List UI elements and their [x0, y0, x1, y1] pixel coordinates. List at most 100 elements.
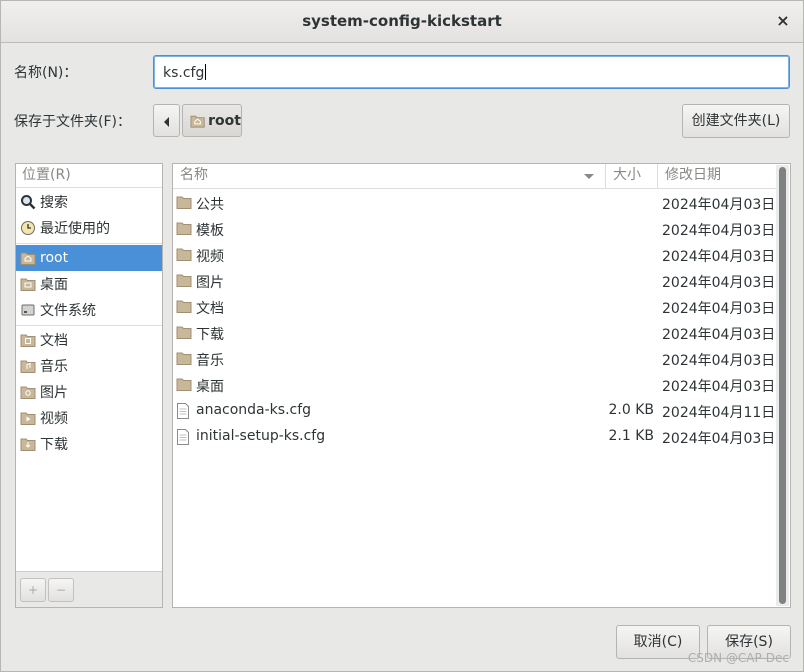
pictures-folder-icon — [20, 386, 36, 399]
vertical-scrollbar[interactable] — [776, 165, 789, 606]
place-recent[interactable]: 最近使用的 — [16, 215, 162, 241]
folder-icon-wrap — [176, 325, 192, 343]
watermark: CSDN @CAP-Dec — [687, 651, 789, 665]
home-folder-icon — [20, 252, 36, 265]
file-date: 2024年04月03日 — [662, 327, 776, 343]
file-date: 2024年04月03日 — [662, 431, 776, 447]
place-label: root — [40, 250, 69, 266]
folder-icon — [176, 196, 192, 209]
title-bar: system-config-kickstart × — [1, 1, 803, 43]
sort-descending-icon — [584, 174, 594, 179]
file-name: 视频 — [196, 249, 224, 265]
folder-icon — [176, 274, 192, 287]
file-name: 文档 — [196, 301, 224, 317]
place-root[interactable]: root — [16, 245, 162, 271]
file-icon-wrap — [176, 429, 190, 449]
place-label: 文档 — [40, 333, 68, 349]
save-in-label: 保存于文件夹(F)： — [14, 114, 131, 130]
file-name: 音乐 — [196, 353, 224, 369]
places-divider — [16, 243, 162, 244]
place-videos[interactable]: 视频 — [16, 405, 162, 431]
place-label: 文件系统 — [40, 303, 96, 319]
search-icon — [21, 195, 36, 210]
folder-icon — [176, 248, 192, 261]
path-back-button[interactable] — [153, 104, 180, 137]
chevron-left-icon — [164, 117, 169, 127]
folder-icon-wrap — [176, 273, 192, 291]
file-row[interactable]: anaconda-ks.cfg 2.0 KB 2024年04月11日 — [173, 398, 777, 424]
file-name: initial-setup-ks.cfg — [196, 428, 326, 444]
file-row[interactable]: 公共 2024年04月03日 — [173, 190, 777, 216]
path-root-button[interactable]: root — [182, 104, 242, 137]
folder-icon-wrap — [176, 195, 192, 213]
file-name: 公共 — [196, 197, 224, 213]
file-date: 2024年04月03日 — [662, 249, 776, 265]
file-date: 2024年04月11日 — [662, 405, 776, 421]
downloads-folder-icon — [20, 438, 36, 451]
scrollbar-thumb[interactable] — [779, 167, 786, 604]
column-size-header[interactable]: 大小 — [606, 164, 658, 188]
close-button[interactable]: × — [773, 11, 793, 31]
column-name-label: 名称 — [180, 167, 208, 183]
file-date: 2024年04月03日 — [662, 353, 776, 369]
folder-icon-wrap — [176, 247, 192, 265]
file-date: 2024年04月03日 — [662, 275, 776, 291]
create-folder-button[interactable]: 创建文件夹(L) — [682, 104, 790, 138]
file-row[interactable]: 视频 2024年04月03日 — [173, 242, 777, 268]
file-size: 2.0 KB — [608, 402, 655, 418]
file-row[interactable]: initial-setup-ks.cfg 2.1 KB 2024年04月03日 — [173, 424, 777, 450]
column-name-header[interactable]: 名称 — [173, 164, 606, 188]
desktop-folder-icon — [20, 278, 36, 291]
file-date: 2024年04月03日 — [662, 301, 776, 317]
place-search[interactable]: 搜索 — [16, 189, 162, 215]
recent-icon — [21, 221, 35, 235]
folder-icon-wrap — [176, 221, 192, 239]
add-bookmark-button[interactable]: + — [20, 578, 46, 602]
file-list: 名称 大小 修改日期 公共 2024年04月03日 模板 2024年04月03日 视频 2… — [172, 163, 791, 608]
home-folder-icon — [190, 115, 205, 128]
file-row[interactable]: 音乐 2024年04月03日 — [173, 346, 777, 372]
place-music[interactable]: 音乐 — [16, 353, 162, 379]
place-label: 音乐 — [40, 359, 68, 375]
file-row[interactable]: 文档 2024年04月03日 — [173, 294, 777, 320]
place-label: 桌面 — [40, 277, 68, 293]
music-folder-icon — [20, 360, 36, 373]
file-row[interactable]: 桌面 2024年04月03日 — [173, 372, 777, 398]
window-title: system-config-kickstart — [302, 12, 502, 30]
file-row[interactable]: 下载 2024年04月03日 — [173, 320, 777, 346]
place-label: 下载 — [40, 437, 68, 453]
column-date-header[interactable]: 修改日期 — [658, 164, 777, 188]
place-pictures[interactable]: 图片 — [16, 379, 162, 405]
text-caret — [205, 64, 207, 80]
place-filesystem[interactable]: 文件系统 — [16, 297, 162, 323]
place-downloads[interactable]: 下载 — [16, 431, 162, 457]
place-label: 图片 — [40, 385, 68, 401]
place-label: 视频 — [40, 411, 68, 427]
file-name: anaconda-ks.cfg — [196, 402, 312, 418]
file-row[interactable]: 图片 2024年04月03日 — [173, 268, 777, 294]
place-desktop[interactable]: 桌面 — [16, 271, 162, 297]
path-root-label: root — [208, 112, 241, 129]
places-footer: + − — [16, 571, 162, 607]
file-name: 下载 — [196, 327, 224, 343]
file-list-header: 名称 大小 修改日期 — [173, 164, 777, 189]
file-row[interactable]: 模板 2024年04月03日 — [173, 216, 777, 242]
file-date: 2024年04月03日 — [662, 197, 776, 213]
file-name: 桌面 — [196, 379, 224, 395]
folder-icon — [176, 222, 192, 235]
filename-input[interactable]: ks.cfg — [153, 55, 790, 89]
folder-icon — [176, 326, 192, 339]
place-label: 搜索 — [40, 195, 68, 211]
file-name: 模板 — [196, 223, 224, 239]
places-sidebar: 位置(R) 搜索 最近使用的 root 桌面 文件系统 文档 音乐 图片 视频 … — [15, 163, 163, 608]
places-divider — [16, 325, 162, 326]
folder-icon — [176, 352, 192, 365]
text-file-icon — [177, 429, 189, 445]
videos-folder-icon — [20, 412, 36, 425]
place-documents[interactable]: 文档 — [16, 327, 162, 353]
folder-icon-wrap — [176, 299, 192, 317]
drive-icon — [21, 304, 35, 316]
place-label: 最近使用的 — [40, 221, 110, 237]
name-label: 名称(N)： — [14, 65, 78, 81]
remove-bookmark-button[interactable]: − — [48, 578, 74, 602]
